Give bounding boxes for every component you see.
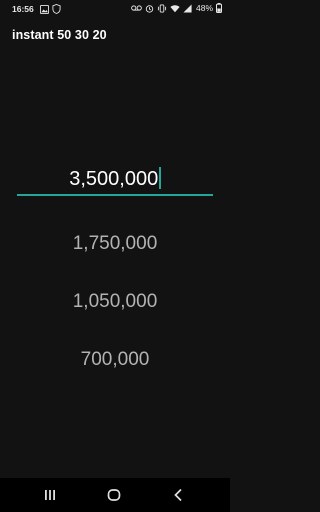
wifi-icon [170, 4, 180, 13]
back-button[interactable] [171, 487, 187, 503]
result-needs-value: 1,750,000 [72, 233, 158, 254]
amount-input-container[interactable]: 3,500,000 [17, 164, 213, 196]
navigation-bar [0, 478, 230, 512]
status-time: 16:56 [12, 4, 34, 14]
home-button[interactable] [106, 487, 122, 503]
recent-apps-button[interactable] [42, 487, 58, 503]
input-underline [17, 194, 213, 196]
app-title: instant 50 30 20 [12, 28, 107, 42]
home-icon [106, 487, 122, 503]
alarm-icon [145, 4, 154, 13]
vibrate-icon [157, 3, 167, 13]
back-icon [171, 487, 187, 503]
amount-input-value: 3,500,000 [69, 168, 159, 190]
battery-icon [216, 3, 222, 13]
battery-percentage: 48% [195, 3, 213, 13]
result-wants-value: 1,050,000 [72, 291, 158, 312]
shield-icon [52, 4, 61, 14]
voicemail-icon [131, 4, 142, 12]
status-bar: 16:56 48% [0, 0, 230, 18]
text-cursor [159, 167, 161, 189]
recent-apps-icon [42, 487, 58, 503]
image-icon [40, 4, 49, 14]
status-left-icons [40, 4, 61, 14]
result-savings-value: 700,000 [80, 349, 150, 370]
amount-input[interactable]: 3,500,000 [17, 166, 213, 192]
status-right-icons: 48% [131, 3, 222, 13]
signal-icon [183, 3, 192, 13]
